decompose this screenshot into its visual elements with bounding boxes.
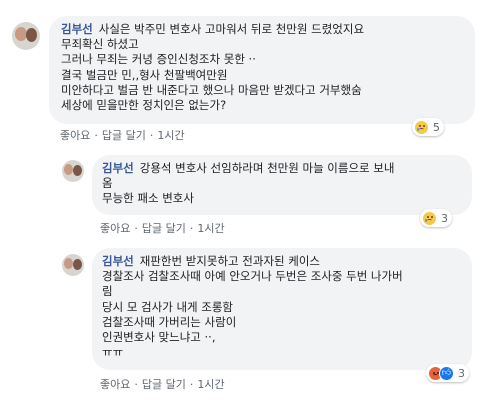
avatar[interactable]: [62, 254, 84, 276]
comment-author[interactable]: 김부선: [102, 161, 134, 175]
reaction-summary[interactable]: 👍︎ 3: [426, 364, 469, 382]
avatar-photo-icon: [64, 164, 73, 175]
like-link[interactable]: 좋아요: [60, 129, 90, 142]
comment-text: 김부선 재판한번 받지못하고 전과자된 케이스 경찰조사 검찰조사때 아예 안오거…: [102, 254, 468, 360]
comment-actions: 좋아요 · 답글 달기 · 1시간: [100, 222, 225, 235]
comment-author[interactable]: 김부선: [102, 254, 134, 268]
comment-text: 김부선 강용석 변호사 선임하라며 천만원 마늘 이름으로 보내 옴 무능한 패소…: [102, 161, 468, 207]
reaction-count: 5: [433, 120, 440, 134]
timestamp[interactable]: 1시간: [157, 129, 184, 142]
comment-text: 김부선 사실은 박주민 변호사 고마워서 뒤로 천만원 드렸었지요 무죄확신 하셨…: [61, 22, 471, 113]
avatar-photo-icon: [26, 28, 37, 42]
reaction-count: 3: [458, 366, 465, 380]
comment-bubble: 김부선 재판한번 받지못하고 전과자된 케이스 경찰조사 검찰조사때 아예 안오거…: [92, 248, 472, 370]
avatar-photo-icon: [64, 258, 73, 269]
avatar[interactable]: [12, 22, 40, 50]
comment-bubble: 김부선 사실은 박주민 변호사 고마워서 뒤로 천만원 드렸었지요 무죄확신 하셨…: [49, 16, 475, 124]
like-icon: 👍︎: [439, 365, 454, 381]
reply-link[interactable]: 답글 달기: [102, 129, 146, 142]
reaction-summary[interactable]: 5: [412, 118, 444, 136]
timestamp[interactable]: 1시간: [197, 378, 224, 391]
timestamp[interactable]: 1시간: [197, 222, 224, 235]
comment-body: 재판한번 받지못하고 전과자된 케이스 경찰조사 검찰조사때 아예 안오거나 두…: [102, 254, 403, 360]
comment-actions: 좋아요 · 답글 달기 · 1시간: [100, 378, 225, 391]
comment-body: 강용석 변호사 선임하라며 천만원 마늘 이름으로 보내 옴 무능한 패소 변호…: [102, 161, 395, 206]
reply-link[interactable]: 답글 달기: [142, 378, 186, 391]
avatar-photo-icon: [73, 165, 82, 176]
comment-actions: 좋아요 · 답글 달기 · 1시간: [60, 129, 185, 142]
reply-link[interactable]: 답글 달기: [142, 222, 186, 235]
reaction-count: 3: [441, 211, 448, 225]
comment-bubble: 김부선 강용석 변호사 선임하라며 천만원 마늘 이름으로 보내 옴 무능한 패소…: [92, 155, 472, 215]
comment-body: 사실은 박주민 변호사 고마워서 뒤로 천만원 드렸었지요 무죄확신 하셨고 그…: [61, 22, 365, 113]
like-link[interactable]: 좋아요: [100, 378, 130, 391]
avatar-photo-icon: [73, 259, 82, 270]
reaction-summary[interactable]: 3: [420, 209, 452, 227]
sad-icon: [414, 119, 429, 135]
like-link[interactable]: 좋아요: [100, 222, 130, 235]
avatar[interactable]: [62, 160, 84, 182]
comment-author[interactable]: 김부선: [61, 22, 93, 36]
sad-icon: [422, 210, 437, 226]
